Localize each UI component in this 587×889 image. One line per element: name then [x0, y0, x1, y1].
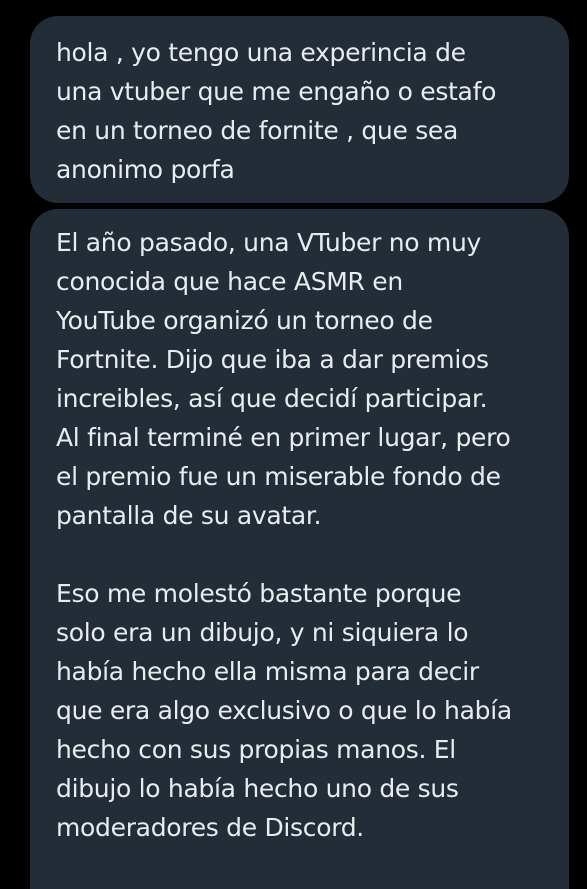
message-line: que era algo exclusivo o que lo había — [56, 696, 512, 725]
message-line: anonimo porfa — [56, 155, 235, 184]
message-line: increibles, así que decidí participar. — [56, 384, 488, 413]
message-line: moderadores de Discord. — [56, 813, 364, 842]
message-line: una vtuber que me engaño o estafo — [56, 77, 497, 106]
message-line: Fortnite. Dijo que iba a dar premios — [56, 345, 489, 374]
paragraph-break — [56, 535, 559, 574]
message-line: El año pasado, una VTuber no muy — [56, 228, 482, 257]
message-line: YouTube organizó un torneo de — [56, 306, 433, 335]
message-bubble-request[interactable]: hola , yo tengo una experincia de una vt… — [30, 16, 569, 203]
message-bubble-story[interactable]: El año pasado, una VTuber no muy conocid… — [30, 209, 569, 889]
message-line: había hecho ella misma para decir — [56, 657, 479, 686]
story-paragraph-1: El año pasado, una VTuber no muy conocid… — [56, 223, 559, 535]
message-line: solo era un dibujo, y ni siquiera lo — [56, 618, 469, 647]
message-line: dibujo lo había hecho uno de sus — [56, 774, 459, 803]
chat-thread: hola , yo tengo una experincia de una vt… — [0, 0, 587, 889]
message-line: hecho con sus propias manos. El — [56, 735, 456, 764]
message-line: pantalla de su avatar. — [56, 501, 322, 530]
story-paragraph-2: Eso me molestó bastante porque solo era … — [56, 574, 559, 847]
message-line: Eso me molestó bastante porque — [56, 579, 462, 608]
message-line: hola , yo tengo una experincia de — [56, 38, 466, 67]
message-line: conocida que hace ASMR en — [56, 267, 403, 296]
message-line: en un torneo de fornite , que sea — [56, 116, 459, 145]
message-line: Al final terminé en primer lugar, pero — [56, 423, 511, 452]
message-line: el premio fue un miserable fondo de — [56, 462, 501, 491]
